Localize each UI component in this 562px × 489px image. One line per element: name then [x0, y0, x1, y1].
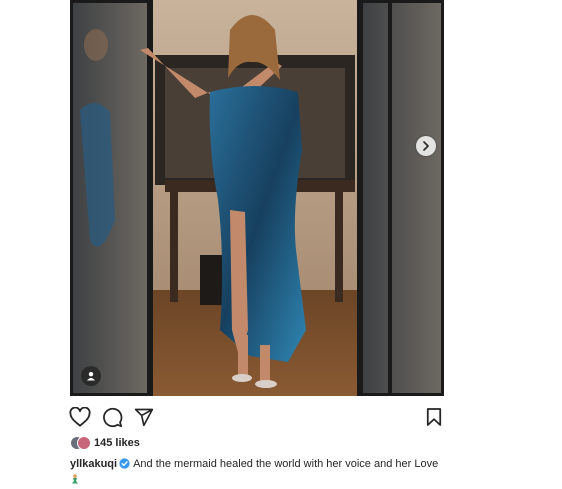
liker-avatars: [70, 436, 91, 450]
send-icon: [134, 408, 154, 427]
next-photo-button[interactable]: [416, 136, 436, 156]
likes-count[interactable]: 145 likes: [94, 437, 140, 449]
likes-row[interactable]: 145 likes: [70, 435, 140, 451]
post-actions-bar: [68, 405, 446, 429]
caption-text: And the mermaid healed the world with he…: [133, 458, 439, 470]
share-button[interactable]: [132, 405, 156, 429]
post-photo-illustration: [70, 0, 444, 396]
tagged-users-button[interactable]: [81, 366, 101, 386]
bookmark-icon: [426, 408, 442, 426]
like-button[interactable]: [68, 405, 92, 429]
comment-button[interactable]: [100, 405, 124, 429]
caption-username[interactable]: yllkakuqi: [70, 458, 117, 470]
avatar: [77, 436, 91, 450]
heart-icon: [69, 407, 91, 427]
mermaid-emoji-icon: [70, 471, 80, 484]
post-caption: yllkakuqi And the mermaid healed the worl…: [70, 457, 450, 471]
save-button[interactable]: [422, 405, 446, 429]
post-image[interactable]: [70, 0, 444, 396]
chevron-right-icon: [423, 141, 429, 151]
verified-badge-icon: [119, 458, 130, 469]
comment-icon: [102, 407, 122, 427]
user-tag-icon: [87, 372, 95, 381]
